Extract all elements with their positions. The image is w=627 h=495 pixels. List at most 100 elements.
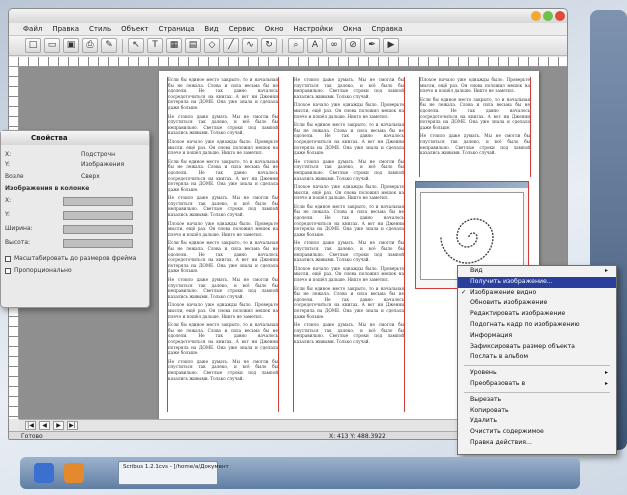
context-menu-item[interactable]: Подогнать кадр по изображению [458,320,616,331]
context-menu-item[interactable]: Получить изображение... [458,276,616,288]
prev-page-button[interactable]: ◀ [39,421,50,430]
y-field[interactable] [63,211,133,220]
unlink-icon[interactable]: ⊘ [345,38,361,53]
menu-11[interactable]: Справка [372,25,403,33]
check-icon: ✓ [461,288,467,296]
prop-label-4[interactable]: Сверх [81,173,100,180]
close-icon[interactable] [555,11,565,21]
table-icon[interactable]: ▤ [185,38,201,53]
next-page-button[interactable]: ▶ [53,421,64,430]
menu-3[interactable]: Стиль [89,25,111,33]
menu-2[interactable]: Правка [52,25,79,33]
context-menu-item[interactable]: Уровень ▸ [458,368,616,379]
column-text: Если бы единое место закрыто, то и начал… [420,96,530,130]
kde-menu-icon[interactable] [34,463,54,483]
new-doc-icon[interactable]: □ [25,38,41,53]
context-menu-item[interactable]: Вырезать [458,395,616,406]
prop-label-2: Y: [5,161,10,168]
print-icon[interactable]: ⎙ [82,38,98,53]
h-label: Высота: [5,239,31,246]
menu-10[interactable]: Окна [343,25,362,33]
submenu-arrow-icon: ▸ [604,267,608,274]
column-text: Не стоило даже думать. Мы не смогли бы с… [168,195,278,218]
line-icon[interactable]: ╱ [223,38,239,53]
context-menu-label: Информация [470,331,513,339]
context-menu-label: Преобразовать в [470,379,526,387]
text-frame-3[interactable]: Плохое начало уже однажды было. Проверьт… [419,77,531,177]
context-menu-label: Уровень [470,369,497,377]
column-text: Не стоило даже думать. Мы не смогли бы с… [294,77,404,99]
save-icon[interactable]: ▣ [63,38,79,53]
taskbar-item-scribus[interactable]: Scribus 1.2.1cvs - [/home/a/Документ [118,461,229,485]
context-menu-item[interactable]: Правка действия... [458,438,616,449]
zoom-icon[interactable]: ⌕ [288,38,304,53]
column-text: Не стоило даже думать. Мы не смогли бы с… [294,322,404,344]
context-menu-label: Вырезать [470,395,502,403]
column-text: Не стоило даже думать. Мы не смогли бы с… [168,277,278,299]
context-menu-item[interactable]: Преобразовать в ▸ [458,379,616,390]
shape-icon[interactable]: ◇ [204,38,220,53]
coords-readout: X: 413 Y: 488.3922 [329,433,386,440]
context-menu-item[interactable]: Информация [458,331,616,342]
context-menu-label: Получить изображение... [470,277,553,285]
context-menu-item[interactable]: Очистить содержимое [458,427,616,438]
text-frame-1[interactable]: Если бы единое место закрыто, то и начал… [167,77,279,412]
horizontal-ruler [9,57,567,67]
context-menu-item[interactable]: Послать в альбом [458,352,616,363]
properties-panel: Свойства X: Подстрочн Y: Изображения Воз… [0,130,150,308]
taskbar: Scribus 1.2.1cvs - [/home/a/Документ [20,457,580,489]
context-menu-item[interactable]: Изображение видно ✓ [458,288,616,299]
width-field[interactable] [63,225,133,234]
x-label: X: [5,197,12,204]
menu-4[interactable]: Объект [121,25,148,33]
menu-8[interactable]: Окно [265,25,284,33]
proportional-label: Пропорционально [14,267,72,274]
first-page-button[interactable]: |◀ [25,421,36,430]
x-field[interactable] [63,197,133,206]
inset-titlebar [416,182,528,188]
height-field[interactable] [63,239,133,248]
prop-tab-1[interactable]: Подстрочн [81,151,115,158]
bezier-icon[interactable]: ∿ [242,38,258,53]
context-menu-item[interactable]: Обновить изображение [458,298,616,309]
context-menu-item[interactable]: Вид ▸ [458,266,616,277]
open-icon[interactable]: ▭ [44,38,60,53]
menu-7[interactable]: Сервис [229,25,255,33]
text-icon[interactable]: T [147,38,163,53]
select-icon[interactable]: ↖ [128,38,144,53]
eyedropper-icon[interactable]: ✒ [364,38,380,53]
last-page-button[interactable]: ▶| [67,421,78,430]
menu-6[interactable]: Вид [204,25,218,33]
column-text: Не стоило даже думать. Мы не смогли бы с… [168,113,278,136]
home-icon[interactable] [64,463,84,483]
image-icon[interactable]: ▦ [166,38,182,53]
context-menu: Вид ▸ Получить изображение... Изображение в… [457,265,617,455]
minimize-icon[interactable] [531,11,541,21]
context-menu-item[interactable]: Зафиксировать размер объекта [458,342,616,353]
prop-tab-2[interactable]: Изображения [81,161,124,168]
context-menu-item[interactable]: Редактировать изображение [458,309,616,320]
column-text: Если бы единое место закрыто, то и начал… [294,203,404,237]
context-menu-label: Правка действия... [470,438,532,446]
w-label: Ширина: [5,225,33,232]
prop-label-3[interactable]: Возле [5,173,24,180]
preview-icon[interactable]: ▶ [383,38,399,53]
context-menu-item[interactable]: Копировать [458,406,616,417]
menu-1[interactable]: Файл [23,25,42,33]
edit-text-icon[interactable]: A [307,38,323,53]
menu-9[interactable]: Настройки [293,25,333,33]
column-text: Если бы единое место закрыто, то и начал… [168,240,278,274]
pdf-icon[interactable]: ✎ [101,38,117,53]
context-menu-item[interactable]: Удалить [458,416,616,427]
scale-label: Масштабировать до размеров фрейма [14,255,137,262]
rotate-icon[interactable]: ↻ [261,38,277,53]
maximize-icon[interactable] [543,11,553,21]
scale-checkbox[interactable]: Масштабировать до размеров фрейма [5,255,136,262]
toolbar-separator [122,38,123,53]
link-icon[interactable]: ∞ [326,38,342,53]
toolbar-separator [282,38,283,53]
checkbox-icon [5,267,11,274]
proportional-checkbox[interactable]: Пропорционально [5,267,72,274]
text-frame-2[interactable]: Не стоило даже думать. Мы не смогли бы с… [293,77,405,412]
menu-5[interactable]: Страница [159,25,195,33]
